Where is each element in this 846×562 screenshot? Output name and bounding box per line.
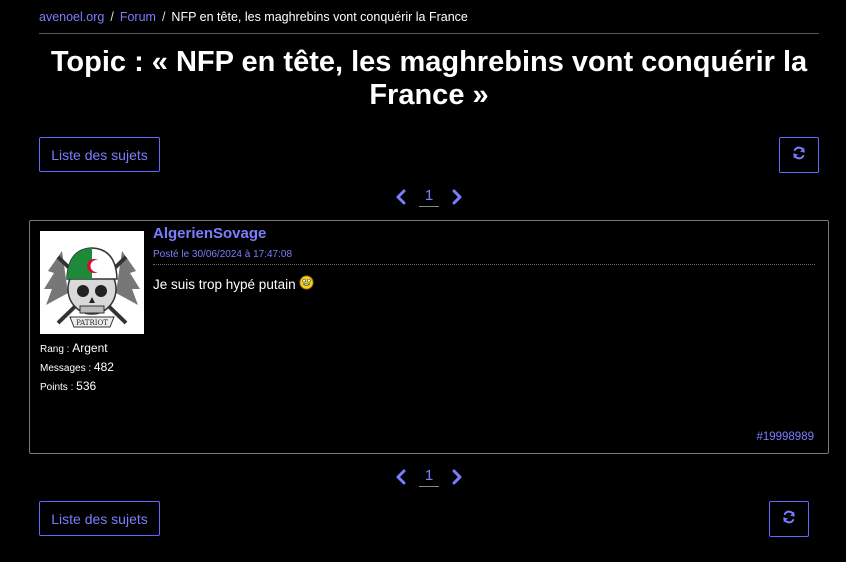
topic-list-button[interactable]: Liste des sujets	[39, 501, 160, 536]
points-label: Points	[40, 382, 68, 393]
points-value: 536	[76, 379, 97, 393]
pagination-bottom: 1	[393, 465, 465, 489]
pagination-top: 1	[393, 185, 465, 209]
page-title: Topic : « NFP en tête, les maghrebins vo…	[50, 46, 808, 111]
post-text: Je suis trop hypé putain	[153, 276, 296, 292]
refresh-icon	[792, 146, 806, 165]
post-date[interactable]: Posté le 30/06/2024 à 17:47:08	[153, 249, 815, 265]
breadcrumb: avenoel.org / Forum / NFP en tête, les maghr…	[39, 10, 819, 34]
post-content: Je suis trop hypé putain	[153, 275, 314, 293]
page-number[interactable]: 1	[419, 187, 439, 207]
refresh-icon	[782, 510, 796, 529]
chevron-right-icon[interactable]	[449, 189, 465, 205]
chevron-right-icon[interactable]	[449, 469, 465, 485]
user-stats: Rang : Argent Messages : 482 Points : 53…	[40, 341, 114, 393]
avatar-banner-text: PATRIOT	[76, 319, 108, 327]
breadcrumb-current: NFP en tête, les maghrebins vont conquér…	[171, 10, 468, 24]
post-id-link[interactable]: #19998989	[756, 431, 814, 443]
page-number[interactable]: 1	[419, 467, 439, 487]
chevron-left-icon[interactable]	[393, 469, 409, 485]
breadcrumb-separator: /	[110, 10, 114, 24]
post-author[interactable]: AlgerienSovage	[153, 225, 266, 242]
breadcrumb-home-link[interactable]: avenoel.org	[39, 10, 104, 24]
smiley-emoji-icon	[299, 275, 314, 293]
topic-list-button[interactable]: Liste des sujets	[39, 137, 160, 172]
messages-label: Messages	[40, 363, 86, 374]
chevron-left-icon[interactable]	[393, 189, 409, 205]
rank-label: Rang	[40, 344, 64, 355]
breadcrumb-forum-link[interactable]: Forum	[120, 10, 156, 24]
breadcrumb-separator: /	[161, 10, 166, 24]
avatar[interactable]: PATRIOT	[40, 231, 144, 334]
rank-value: Argent	[72, 341, 108, 355]
refresh-button[interactable]	[779, 137, 819, 173]
refresh-button[interactable]	[769, 501, 809, 537]
post-card: PATRIOT Rang : Argent Messages : 482 Poi…	[29, 220, 829, 454]
messages-value: 482	[93, 360, 114, 374]
